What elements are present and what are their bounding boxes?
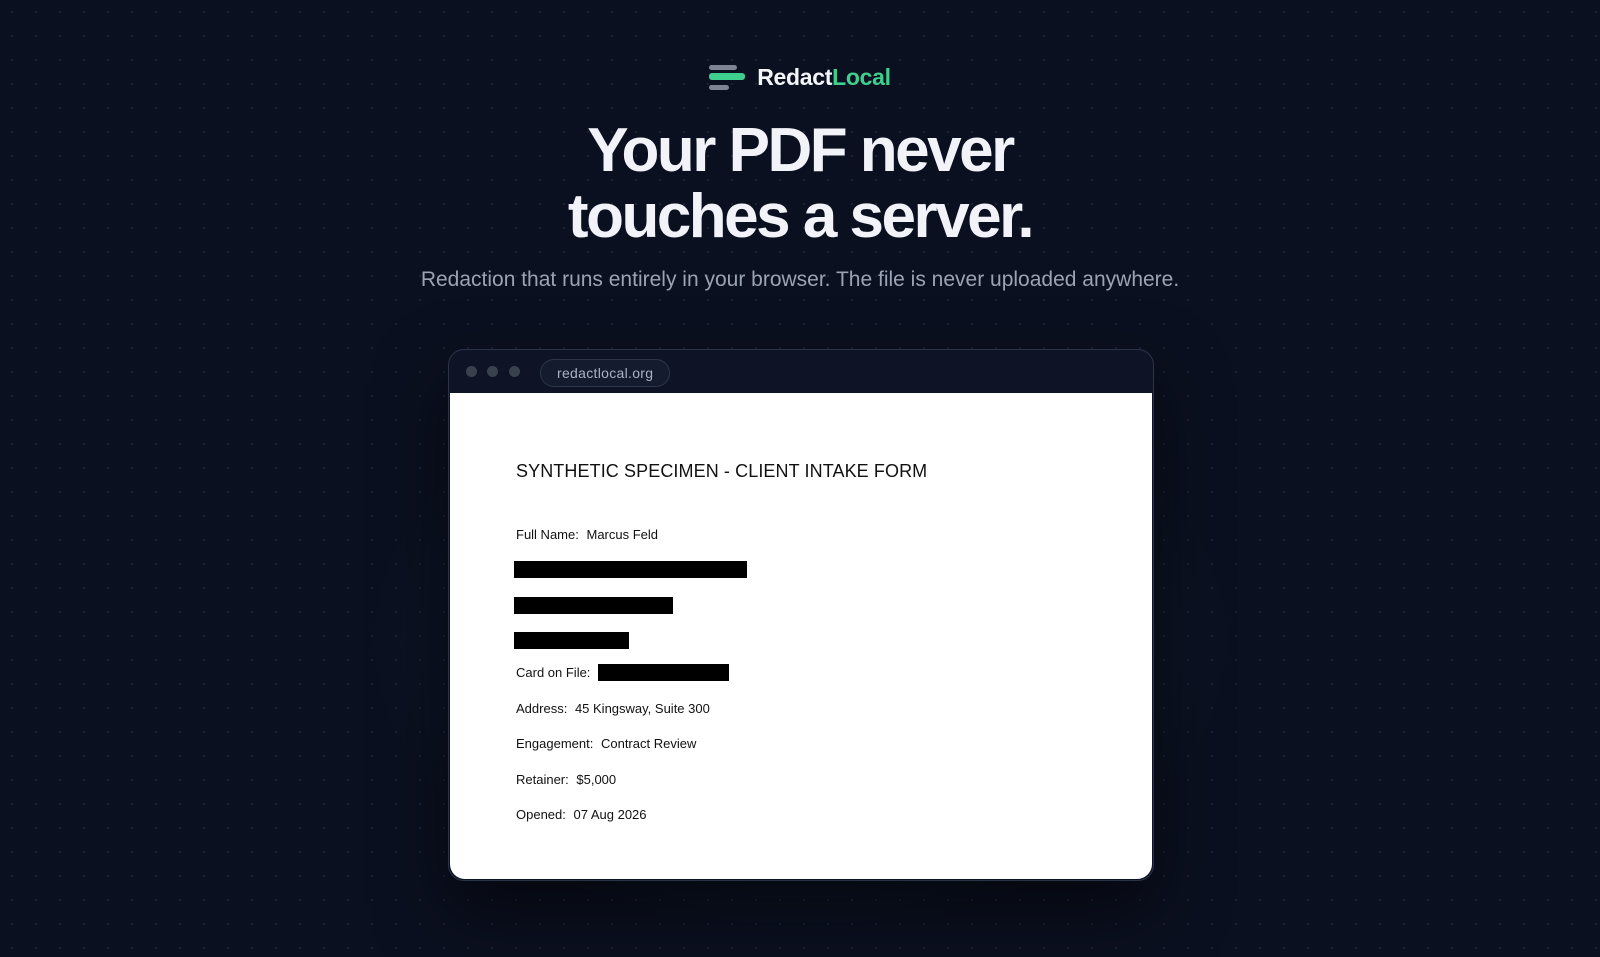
- redaction-bar: [514, 561, 747, 578]
- field-opened-value: 07 Aug 2026: [573, 807, 647, 822]
- hero-headline-line-1: Your PDF never: [587, 116, 1015, 185]
- field-full-name: Full Name: Marcus Feld: [516, 527, 658, 542]
- window-close-dot-icon: [466, 366, 477, 377]
- brand-name-accent: Local: [832, 63, 891, 90]
- window-maximize-dot-icon: [509, 366, 520, 377]
- brand-name: RedactLocal: [757, 63, 891, 91]
- field-full-name-label: Full Name:: [516, 527, 579, 542]
- field-full-name-value: Marcus Feld: [586, 527, 659, 542]
- hero-headline: Your PDF never touches a server.: [0, 118, 1600, 250]
- field-address: Address: 45 Kingsway, Suite 300: [516, 701, 710, 716]
- field-card-on-file: Card on File:: [516, 664, 730, 682]
- browser-url-bar: redactlocal.org: [540, 359, 671, 387]
- redaction-bar: [514, 597, 673, 614]
- field-retainer: Retainer: $5,000: [516, 772, 616, 787]
- hero-headline-line-2: touches a server.: [567, 182, 1035, 251]
- field-address-value: 45 Kingsway, Suite 300: [574, 701, 710, 716]
- field-address-label: Address:: [516, 701, 568, 716]
- field-engagement-label: Engagement:: [516, 736, 594, 751]
- card-redaction-bar: [598, 664, 730, 682]
- field-opened: Opened: 07 Aug 2026: [516, 807, 647, 822]
- field-card-label: Card on File:: [516, 665, 591, 680]
- field-retainer-value: $5,000: [576, 772, 617, 787]
- brand-logo[interactable]: RedactLocal: [0, 60, 1600, 94]
- brand-name-primary: Redact: [757, 63, 833, 90]
- field-opened-label: Opened:: [516, 807, 566, 822]
- redaction-lines-logo-icon: [709, 62, 746, 92]
- browser-window-mockup: redactlocal.org SYNTHETIC SPECIMEN - CLI…: [448, 349, 1154, 881]
- hero-subheadline: Redaction that runs entirely in your bro…: [420, 268, 1180, 291]
- field-retainer-label: Retainer:: [516, 772, 569, 787]
- browser-titlebar: redactlocal.org: [449, 350, 1153, 392]
- redaction-bar: [514, 632, 629, 649]
- field-engagement: Engagement: Contract Review: [516, 736, 696, 751]
- document-title: SYNTHETIC SPECIMEN - CLIENT INTAKE FORM: [516, 461, 928, 481]
- field-engagement-value: Contract Review: [600, 736, 697, 751]
- window-minimize-dot-icon: [487, 366, 498, 377]
- pdf-document-page: SYNTHETIC SPECIMEN - CLIENT INTAKE FORM …: [450, 393, 1152, 879]
